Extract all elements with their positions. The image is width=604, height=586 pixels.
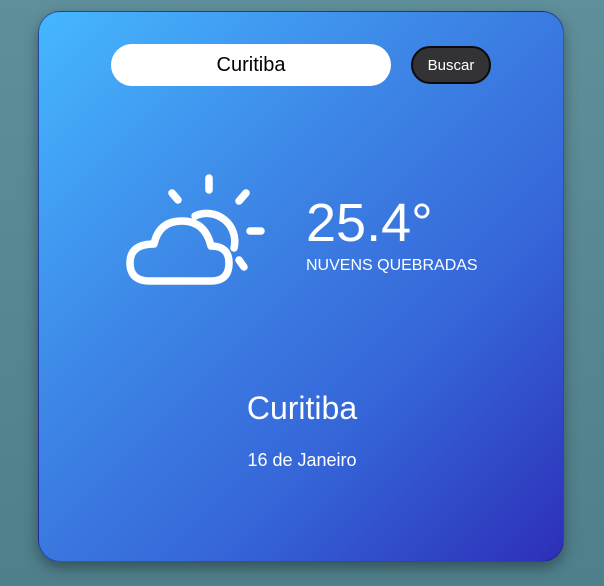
city-name: Curitiba — [246, 390, 358, 426]
partly-cloudy-icon — [126, 174, 265, 285]
city-search-input[interactable] — [111, 44, 391, 86]
temperature-value: 25.4° — [306, 193, 433, 253]
weather-description: NUVENS QUEBRADAS — [306, 257, 478, 274]
current-date: 16 de Janeiro — [247, 450, 357, 470]
weather-card: Buscar 25.4° NUVENS QUEBRADAS Curitiba 1… — [38, 11, 564, 562]
search-button[interactable]: Buscar — [411, 46, 491, 84]
